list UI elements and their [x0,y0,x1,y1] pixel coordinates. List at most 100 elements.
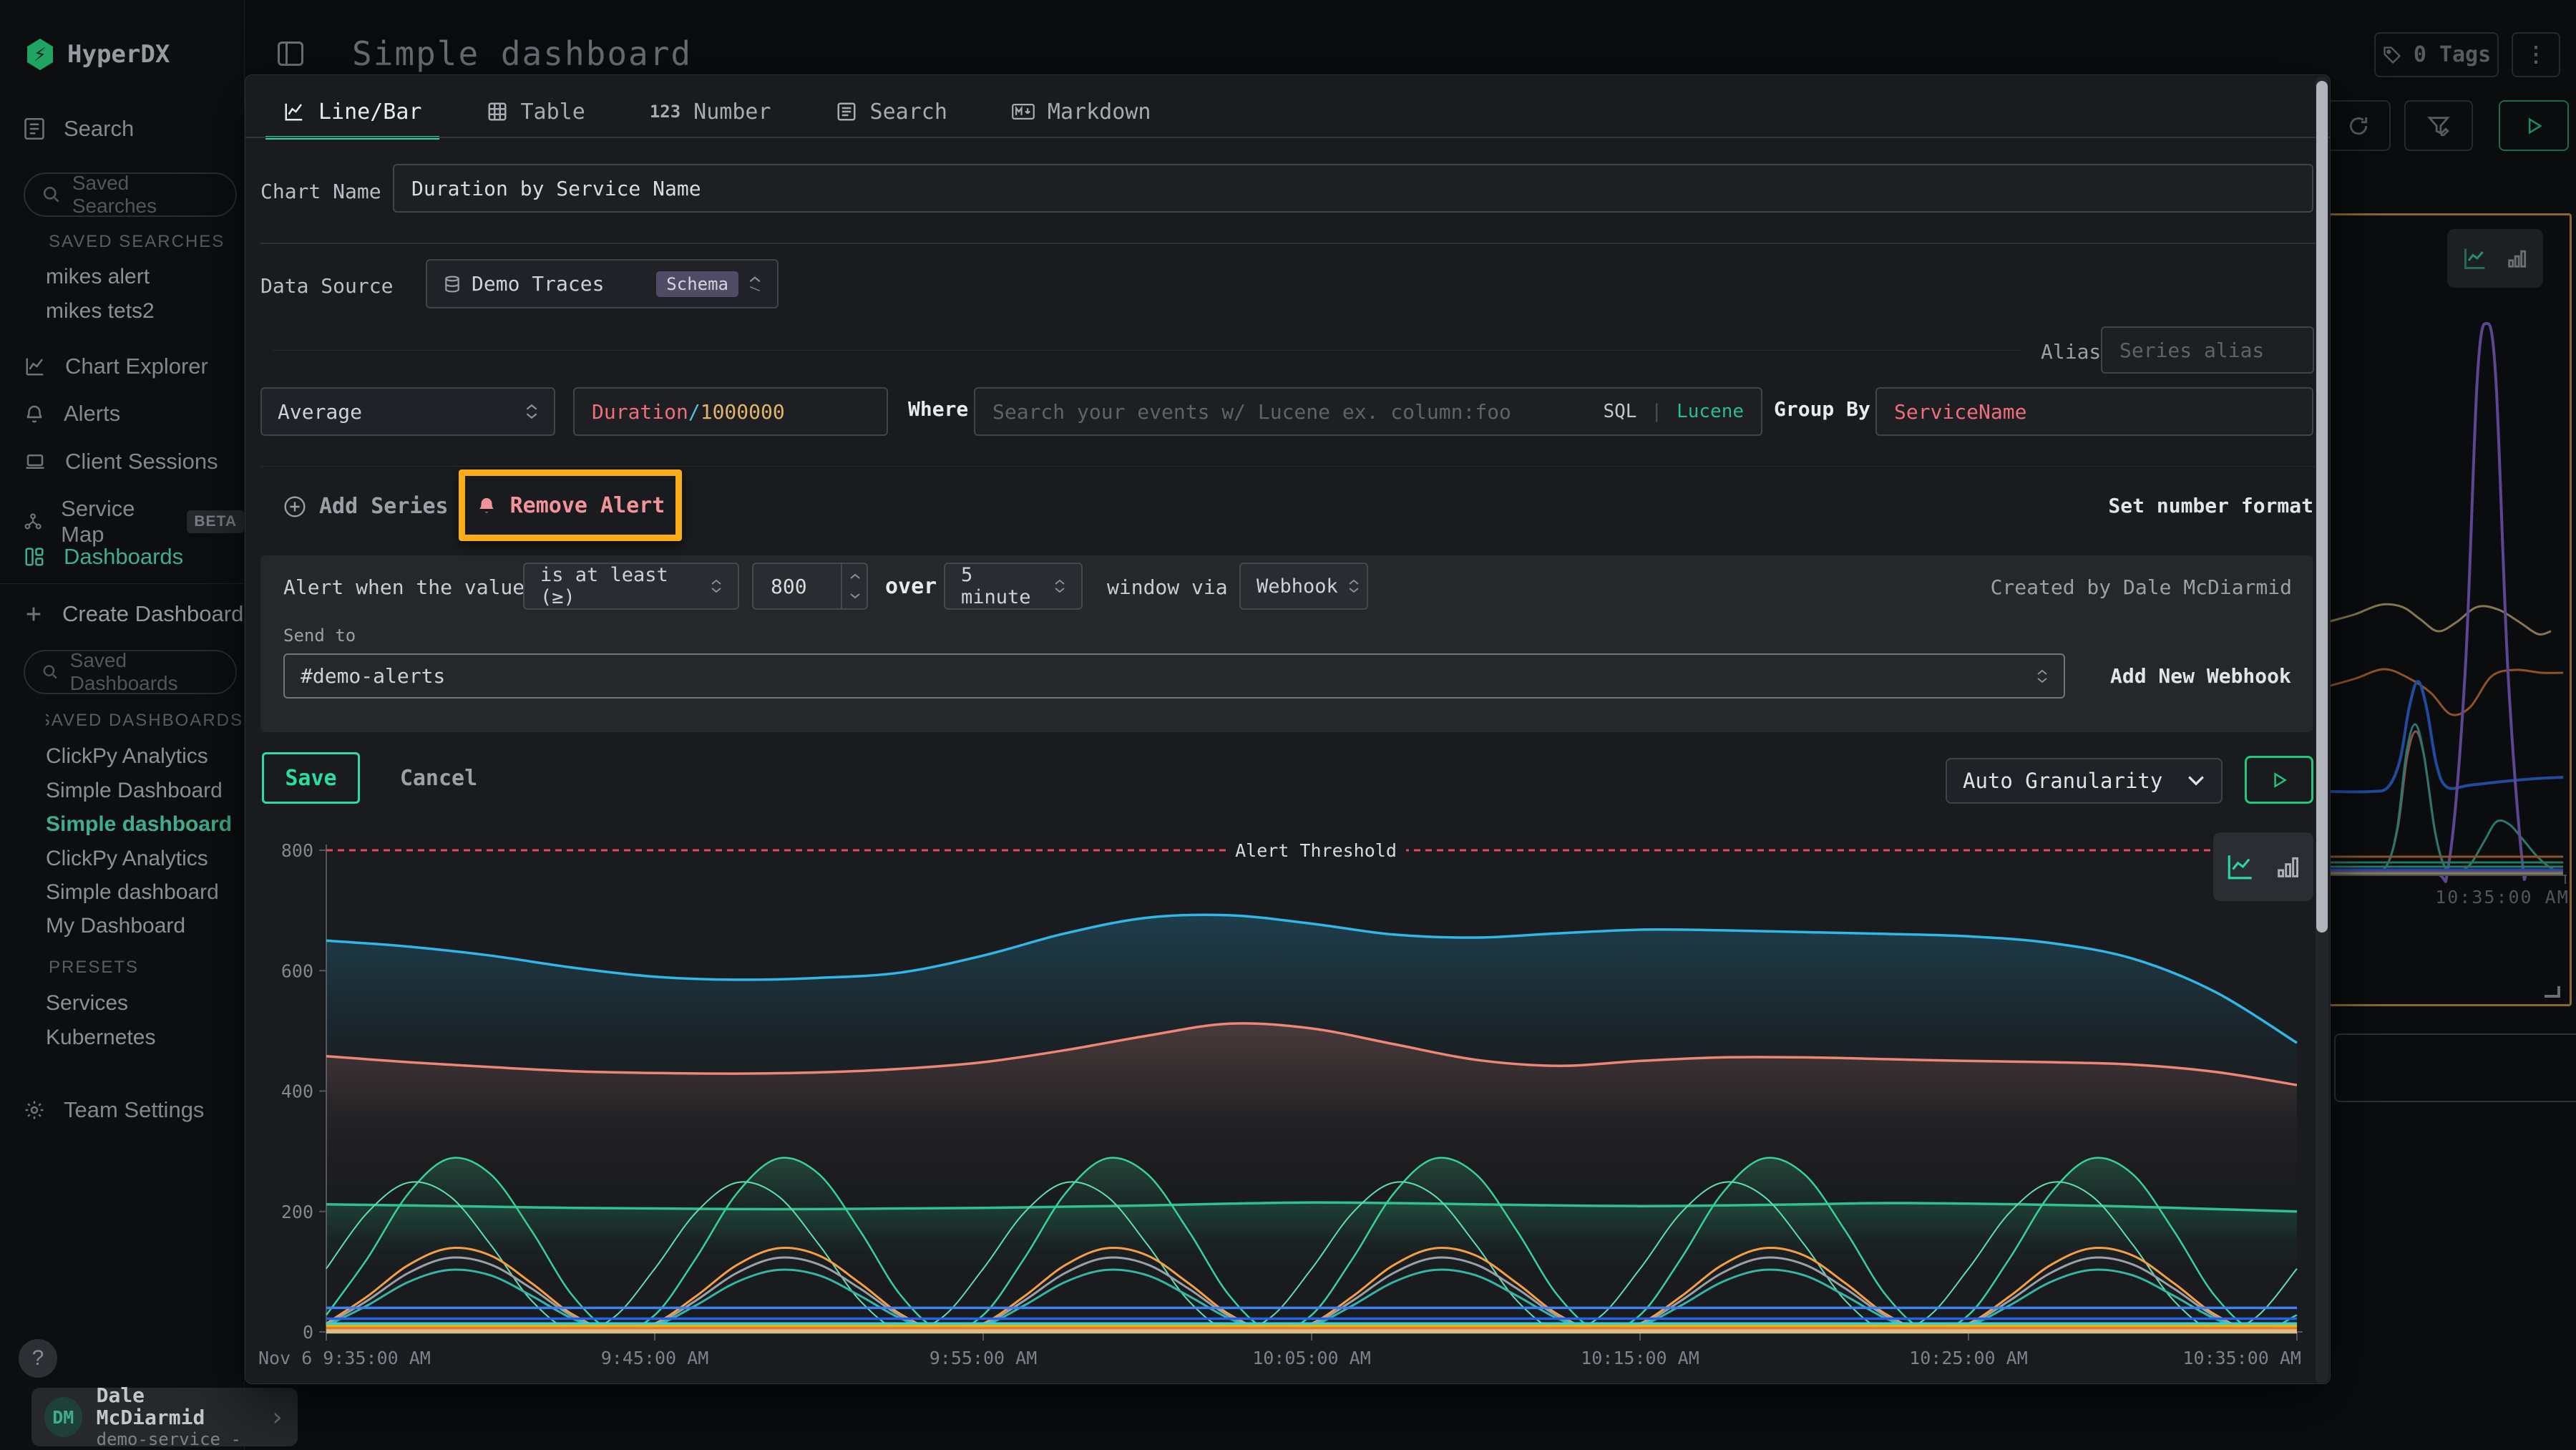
bar-chart-icon[interactable] [2505,246,2529,271]
line-chart-icon[interactable] [2224,852,2257,882]
alert-threshold-stepper[interactable] [752,563,868,610]
help-button[interactable]: ? [19,1339,57,1378]
stepper-arrows[interactable] [841,564,861,608]
number-123-icon: 123 [650,102,680,122]
remove-alert-button[interactable]: Remove Alert [472,482,669,528]
group-by-label: Group By [1774,397,1870,421]
sidebar-item-dashboards[interactable]: Dashboards [24,544,183,570]
over-label: over [885,574,937,599]
plus-icon [24,604,44,624]
sidebar-collapse-button[interactable] [278,42,303,66]
service-map-icon [24,511,42,532]
language-sql[interactable]: SQL [1603,401,1636,422]
send-to-select[interactable]: #demo-alerts [283,653,2065,699]
play-icon [2270,771,2288,789]
line-chart-icon[interactable] [2461,245,2489,271]
group-by-value: ServiceName [1894,400,2026,424]
expression-denominator-token: 1000000 [701,400,785,424]
dashboard-item[interactable]: Simple dashboard [46,880,219,905]
svg-text:Nov 6 9:35:00 AM: Nov 6 9:35:00 AM [258,1348,431,1368]
add-series-button[interactable]: Add Series [283,494,449,519]
chart-name-field[interactable] [393,164,2313,213]
stepper-up-icon[interactable] [849,573,861,580]
cancel-button[interactable]: Cancel [389,752,489,804]
modal-scrollbar[interactable] [2316,81,2328,933]
data-source-label: Data Source [260,274,393,298]
dashboard-item-active[interactable]: Simple dashboard [46,812,232,837]
where-label: Where [908,397,968,421]
user-card[interactable]: DM Dale McDiarmid demo-service - › [31,1388,298,1446]
sidebar-item-chart-explorer[interactable]: Chart Explorer [24,354,208,379]
aggregation-select[interactable]: Average [260,387,555,436]
tab-search[interactable]: Search [827,87,956,137]
run-chart-button[interactable] [2245,756,2313,804]
sidebar-item-alerts[interactable]: Alerts [24,401,120,427]
dashboard-item[interactable]: ClickPy Analytics [46,847,208,871]
run-query-button[interactable] [2499,100,2569,151]
brand[interactable]: ⚡ HyperDX [26,39,170,70]
svg-text:9:45:00 AM: 9:45:00 AM [601,1348,709,1368]
alert-condition-select[interactable]: is at least (≥) [523,563,739,610]
user-name: Dale McDiarmid [97,1385,255,1429]
chart-name-input[interactable] [411,177,2295,200]
saved-searches-input[interactable]: Saved Searches [24,172,237,217]
filter-button[interactable] [2404,100,2473,151]
select-chevrons-icon [1054,579,1065,593]
bg-chart-type-toggle[interactable] [2447,229,2543,288]
saved-dashboards-header[interactable]: SAVED DASHBOARDS [46,711,243,731]
create-dashboard-button[interactable]: Create Dashboard [24,601,243,627]
alias-field[interactable] [2101,326,2314,374]
bar-chart-icon[interactable] [2274,852,2303,881]
tab-markdown[interactable]: Markdown [1003,87,1160,137]
panel-resize-handle[interactable] [2545,986,2560,998]
section-divider [260,466,2316,467]
data-source-select[interactable]: Demo Traces Schema [426,259,779,308]
chevron-right-icon: › [269,1403,285,1432]
saved-search-item[interactable]: mikes tets2 [46,299,155,323]
tab-line-bar[interactable]: Line/Bar [274,87,431,137]
saved-dashboards-input[interactable]: Saved Dashboards [24,650,237,694]
database-icon [443,274,462,294]
svg-text:10:35:00 AM: 10:35:00 AM [2182,1348,2301,1368]
saved-search-item[interactable]: mikes alert [46,265,150,289]
alert-channel-select[interactable]: Webhook [1239,563,1368,610]
stepper-down-icon[interactable] [849,593,861,599]
duration-chart[interactable]: 0200400600800Nov 6 9:35:00 AM9:45:00 AM9… [258,817,2313,1382]
play-icon [2524,116,2544,136]
chart-type-toggle[interactable] [2213,832,2313,901]
save-button[interactable]: Save [262,752,360,804]
saved-searches-header[interactable]: SAVED SEARCHES [46,232,243,252]
preset-item[interactable]: Services [46,991,128,1016]
sidebar-item-search[interactable]: Search [24,116,134,142]
dashboard-item[interactable]: My Dashboard [46,914,185,938]
where-field[interactable]: SQL | Lucene [974,387,1762,436]
tab-table[interactable]: Table [478,87,594,137]
refresh-button[interactable] [2326,100,2391,151]
sidebar-item-team-settings[interactable]: Team Settings [24,1097,204,1123]
sidebar-item-client-sessions[interactable]: Client Sessions [24,449,218,475]
kebab-icon: ⋮ [2525,42,2547,67]
avatar: DM [44,1397,82,1437]
kebab-menu-button[interactable]: ⋮ [2512,32,2560,77]
sidebar-item-service-map[interactable]: Service Map BETA [24,496,244,548]
alert-threshold-input[interactable] [771,575,828,598]
alias-input[interactable] [2119,339,2296,362]
dashboard-item[interactable]: ClickPy Analytics [46,744,208,769]
page-title: Simple dashboard [352,34,692,73]
group-by-field[interactable]: ServiceName [1875,387,2313,436]
magnifier-icon [42,663,59,681]
dashboard-panel-partial[interactable] [2334,1033,2576,1102]
presets-header[interactable]: PRESETS [46,958,243,978]
beta-badge: BETA [187,510,244,533]
dashboard-item[interactable]: Simple Dashboard [46,779,223,803]
alert-window-select[interactable]: 5 minute [944,563,1083,610]
set-number-format-button[interactable]: Set number format [2103,494,2313,517]
add-new-webhook-button[interactable]: Add New Webhook [2110,664,2291,688]
tags-button[interactable]: 0 Tags [2374,32,2499,77]
granularity-select[interactable]: Auto Granularity [1946,758,2223,804]
preset-item[interactable]: Kubernetes [46,1026,155,1050]
tab-number[interactable]: 123 Number [641,87,780,137]
expression-field[interactable]: Duration/1000000 [573,387,888,436]
language-lucene[interactable]: Lucene [1677,401,1744,422]
where-input[interactable] [992,400,1589,424]
